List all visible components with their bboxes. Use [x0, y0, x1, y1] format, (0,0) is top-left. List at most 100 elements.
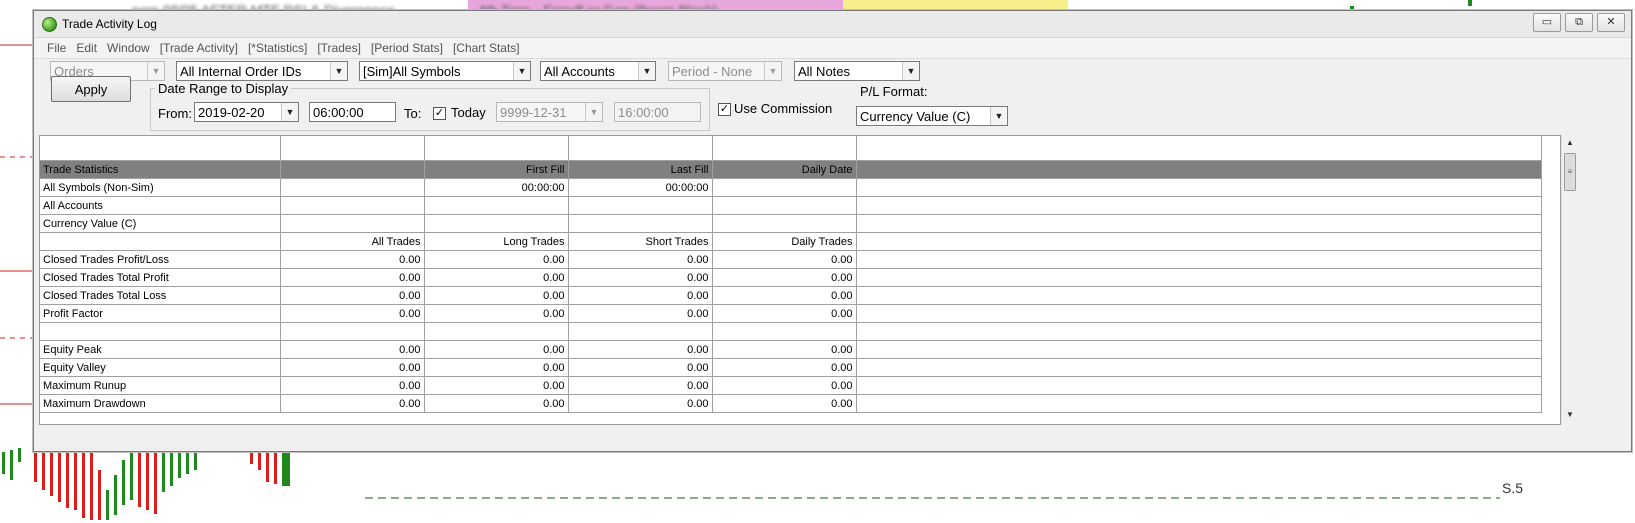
- table-cell: [280, 178, 425, 197]
- table-row[interactable]: Maximum Drawdown 0.00 0.00 0.00 0.00: [40, 394, 1542, 413]
- pl-format-label: P/L Format:: [860, 84, 928, 99]
- app-globe-icon: [42, 17, 57, 32]
- row-label: All Symbols (Non-Sim): [40, 178, 281, 197]
- table-cell: 0.00: [712, 358, 857, 377]
- table-cell: [424, 196, 569, 215]
- menu-bar: File Edit Window [Trade Activity] [*Stat…: [34, 38, 1631, 59]
- row-label: Currency Value (C): [40, 214, 281, 233]
- table-row[interactable]: Closed Trades Profit/Loss 0.00 0.00 0.00 0.0…: [40, 250, 1542, 269]
- table-cell: [280, 196, 425, 215]
- menu-statistics[interactable]: [*Statistics]: [243, 38, 312, 58]
- table-row[interactable]: Closed Trades Total Loss 0.00 0.00 0.00 0.00: [40, 286, 1542, 305]
- table-cell: [40, 322, 281, 341]
- table-row[interactable]: Closed Trades Total Profit 0.00 0.00 0.00 0.…: [40, 268, 1542, 287]
- table-cell: [280, 322, 425, 341]
- table-cell: [568, 196, 713, 215]
- table-cell: 0.00: [568, 304, 713, 323]
- row-label: All Accounts: [40, 196, 281, 215]
- candle: [266, 452, 269, 482]
- candle: [66, 452, 69, 508]
- table-info-row[interactable]: Currency Value (C): [40, 214, 1542, 233]
- table-cell: 0.00: [424, 376, 569, 395]
- table-info-row[interactable]: All Symbols (Non-Sim) 00:00:00 00:00:00: [40, 178, 1542, 197]
- table-cell: [712, 322, 857, 341]
- table-cell: [856, 304, 1542, 323]
- menu-period-stats[interactable]: [Period Stats]: [366, 38, 448, 58]
- chevron-down-icon: ▼: [638, 62, 655, 80]
- order-ids-combo-value: All Internal Order IDs: [180, 64, 302, 79]
- statistics-table: Trade Statistics First Fill Last Fill Daily…: [40, 136, 1542, 413]
- table-row[interactable]: Equity Valley 0.00 0.00 0.00 0.00: [40, 358, 1542, 377]
- today-checkbox[interactable]: ✓: [433, 107, 446, 120]
- restore-button[interactable]: ⧉: [1565, 13, 1593, 32]
- table-spacer-row: [40, 322, 1542, 341]
- candle: [58, 452, 61, 502]
- menu-edit[interactable]: Edit: [71, 38, 102, 58]
- notes-combo-value: All Notes: [798, 64, 851, 79]
- table-cell: 0.00: [712, 340, 857, 359]
- table-cell: [424, 322, 569, 341]
- table-cell: 0.00: [568, 268, 713, 287]
- candle: [274, 452, 277, 484]
- to-time-field[interactable]: 16:00:00: [614, 102, 701, 122]
- scroll-up-arrow-icon[interactable]: ▲: [1562, 135, 1578, 151]
- period-combo[interactable]: Period - None ▼: [668, 61, 782, 81]
- menu-trades[interactable]: [Trades]: [312, 38, 366, 58]
- table-cell: 0.00: [424, 268, 569, 287]
- scroll-down-arrow-icon[interactable]: ▼: [1562, 407, 1578, 423]
- chevron-down-icon: ▼: [585, 103, 602, 121]
- menu-chart-stats[interactable]: [Chart Stats]: [448, 38, 525, 58]
- symbols-combo[interactable]: [Sim]All Symbols ▼: [359, 61, 531, 81]
- title-bar[interactable]: Trade Activity Log ▭ ⧉ ✕: [34, 11, 1631, 38]
- table-cell: [280, 136, 425, 161]
- notes-combo[interactable]: All Notes ▼: [794, 61, 920, 81]
- period-combo-value: Period - None: [672, 64, 753, 79]
- candle: [282, 452, 290, 486]
- menu-window[interactable]: Window: [102, 38, 155, 58]
- table-cell: 0.00: [568, 250, 713, 269]
- table-cell: [856, 250, 1542, 269]
- row-label: Closed Trades Total Profit: [40, 268, 281, 287]
- menu-file[interactable]: File: [42, 38, 71, 58]
- table-row[interactable]: Profit Factor 0.00 0.00 0.00 0.00: [40, 304, 1542, 323]
- table-cell: [856, 214, 1542, 233]
- table-cell: 0.00: [280, 250, 425, 269]
- table-cell: 0.00: [568, 358, 713, 377]
- row-label: Maximum Runup: [40, 376, 281, 395]
- use-commission-checkbox[interactable]: ✓: [718, 103, 731, 116]
- table-cell: [568, 214, 713, 233]
- minimize-button[interactable]: ▭: [1533, 13, 1561, 32]
- candle: [250, 452, 253, 464]
- table-row[interactable]: Maximum Runup 0.00 0.00 0.00 0.00: [40, 376, 1542, 395]
- accounts-combo-value: All Accounts: [544, 64, 615, 79]
- table-cell: [712, 214, 857, 233]
- table-cell: [856, 394, 1542, 413]
- chevron-down-icon: ▼: [764, 62, 781, 80]
- candle: [106, 490, 109, 520]
- to-date-picker[interactable]: 9999-12-31 ▼: [496, 102, 603, 122]
- scroll-thumb[interactable]: ≡: [1564, 153, 1576, 191]
- table-cell: [568, 136, 713, 161]
- table-info-row[interactable]: All Accounts: [40, 196, 1542, 215]
- table-cell: 00:00:00: [424, 178, 569, 197]
- table-cell: Last Fill: [568, 160, 713, 179]
- table-cell: [856, 178, 1542, 197]
- order-ids-combo[interactable]: All Internal Order IDs ▼: [176, 61, 348, 81]
- trade-statistics-grid[interactable]: Trade Statistics First Fill Last Fill Daily…: [39, 135, 1561, 425]
- table-column-header-row[interactable]: All Trades Long Trades Short Trades Daily T…: [40, 232, 1542, 251]
- symbols-combo-value: [Sim]All Symbols: [363, 64, 461, 79]
- table-cell: 0.00: [712, 376, 857, 395]
- candle: [186, 452, 189, 474]
- table-cell: [856, 160, 1542, 179]
- pl-format-combo[interactable]: Currency Value (C) ▼: [856, 106, 1008, 126]
- apply-button[interactable]: Apply: [51, 76, 131, 102]
- from-time-field[interactable]: 06:00:00: [309, 102, 396, 122]
- vertical-scrollbar[interactable]: ▲ ≡ ▼: [1561, 135, 1578, 423]
- close-button[interactable]: ✕: [1597, 13, 1625, 32]
- menu-trade-activity[interactable]: [Trade Activity]: [155, 38, 243, 58]
- table-header-row[interactable]: Trade Statistics First Fill Last Fill Daily…: [40, 160, 1542, 179]
- table-row[interactable]: Equity Peak 0.00 0.00 0.00 0.00: [40, 340, 1542, 359]
- accounts-combo[interactable]: All Accounts ▼: [540, 61, 656, 81]
- candle: [74, 452, 77, 510]
- from-date-picker[interactable]: 2019-02-20 ▼: [194, 102, 299, 122]
